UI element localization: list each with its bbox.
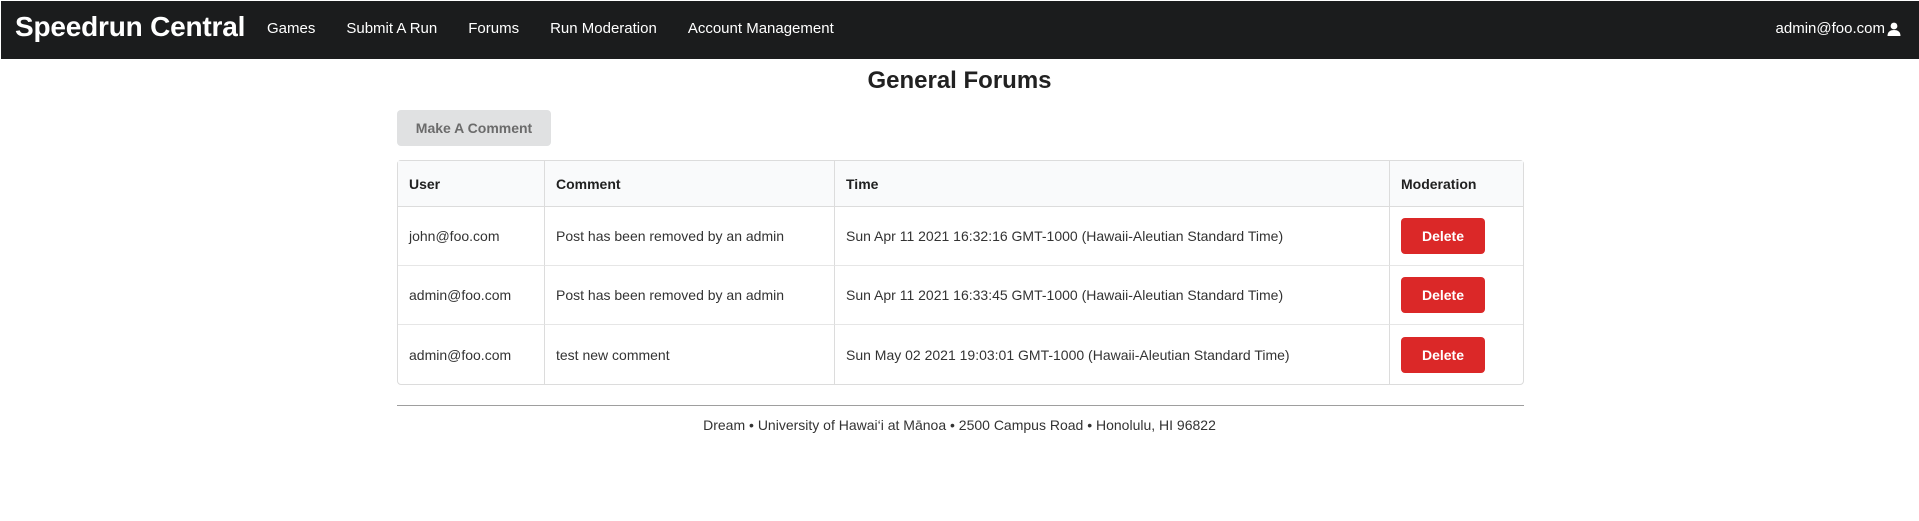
footer-address: Dream • University of Hawai‘i at Mānoa •… — [703, 417, 1216, 433]
cell-user: john@foo.com — [398, 207, 544, 266]
cell-moderation: Delete — [1389, 325, 1523, 384]
brand-logo-text[interactable]: Speedrun Central — [15, 11, 245, 43]
cell-time: Sun Apr 11 2021 16:32:16 GMT-1000 (Hawai… — [834, 207, 1389, 266]
cell-comment: test new comment — [544, 325, 834, 384]
forum-comments-table: User Comment Time Moderation john@foo.co… — [397, 160, 1524, 385]
cell-time: Sun May 02 2021 19:03:01 GMT-1000 (Hawai… — [834, 325, 1389, 384]
page-title: General Forums — [867, 67, 1052, 94]
nav-menu: Games Submit A Run Forums Run Moderation… — [267, 20, 865, 37]
cell-user: admin@foo.com — [398, 266, 544, 325]
top-navbar: Speedrun Central Games Submit A Run Foru… — [1, 1, 1919, 59]
column-header-moderation: Moderation — [1389, 161, 1523, 207]
cell-user: admin@foo.com — [409, 346, 512, 363]
delete-button[interactable]: Delete — [1401, 336, 1485, 373]
footer-divider — [397, 405, 1524, 406]
table-header-row: User Comment Time Moderation — [398, 161, 1523, 207]
make-comment-button[interactable]: Make A Comment — [397, 110, 551, 146]
user-icon — [1887, 22, 1901, 36]
cell-moderation: Delete — [1389, 207, 1523, 266]
current-user-email: admin@foo.com — [1775, 20, 1885, 37]
nav-item-account-management[interactable]: Account Management — [688, 20, 834, 37]
cell-comment: Post has been removed by an admin — [544, 266, 834, 325]
cell-time: Sun Apr 11 2021 16:33:45 GMT-1000 (Hawai… — [834, 266, 1389, 325]
nav-item-forums[interactable]: Forums — [468, 20, 519, 37]
column-header-user: User — [398, 161, 544, 207]
table-row: john@foo.com Post has been removed by an… — [398, 207, 1523, 266]
nav-item-submit-run[interactable]: Submit A Run — [346, 20, 437, 37]
nav-item-games[interactable]: Games — [267, 20, 315, 37]
cell-moderation: Delete — [1389, 266, 1523, 325]
table-row: admin@foo.com test new comment Sun May 0… — [398, 325, 1523, 384]
table-row: admin@foo.com Post has been removed by a… — [398, 266, 1523, 325]
delete-button[interactable]: Delete — [1401, 218, 1485, 254]
cell-comment: Post has been removed by an admin — [544, 207, 834, 266]
user-menu[interactable]: admin@foo.com — [1776, 20, 1901, 37]
delete-button[interactable]: Delete — [1401, 277, 1485, 313]
column-header-time: Time — [834, 161, 1389, 207]
column-header-comment: Comment — [544, 161, 834, 207]
nav-item-run-moderation[interactable]: Run Moderation — [550, 20, 657, 37]
